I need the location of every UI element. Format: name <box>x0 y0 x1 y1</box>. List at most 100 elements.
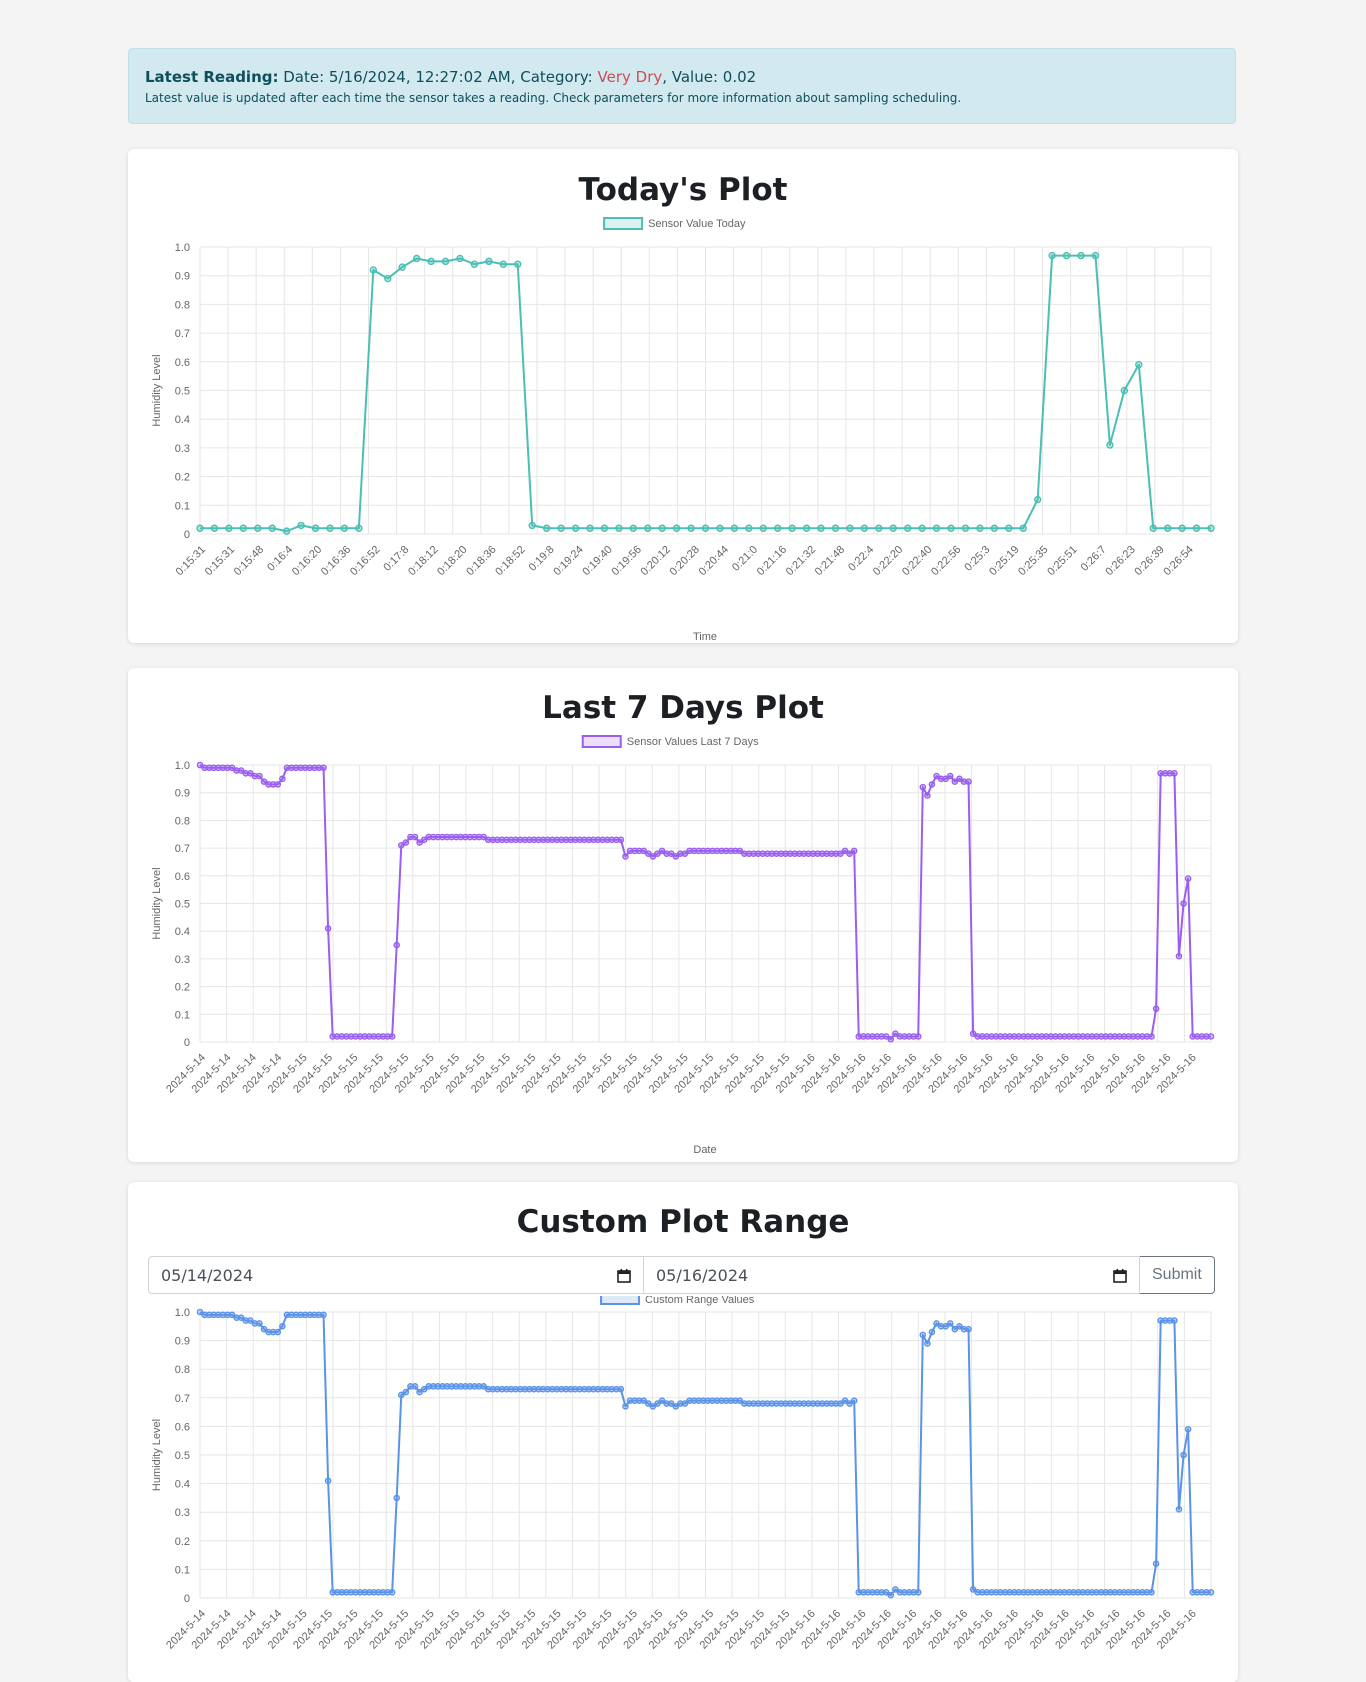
data-point[interactable] <box>528 521 536 530</box>
data-point[interactable] <box>887 1591 895 1599</box>
data-point[interactable] <box>1077 251 1085 260</box>
data-point[interactable] <box>1091 251 1100 260</box>
data-point[interactable] <box>1148 1588 1155 1596</box>
data-point[interactable] <box>617 1385 625 1393</box>
data-point[interactable] <box>1184 875 1192 882</box>
data-point[interactable] <box>622 853 629 860</box>
data-point[interactable] <box>1184 1425 1192 1433</box>
legend-label[interactable]: Custom Range Values <box>645 1296 755 1306</box>
data-point[interactable] <box>1005 524 1013 532</box>
data-point[interactable] <box>402 839 410 846</box>
data-point[interactable] <box>1163 524 1172 532</box>
data-point[interactable] <box>860 524 869 532</box>
legend-label[interactable]: Sensor Value Today <box>648 218 746 230</box>
data-point[interactable] <box>210 524 219 532</box>
legend-swatch[interactable] <box>603 217 644 230</box>
data-point[interactable] <box>701 524 710 532</box>
data-point[interactable] <box>279 775 286 783</box>
data-point[interactable] <box>324 925 332 932</box>
data-point[interactable] <box>629 524 637 532</box>
data-point[interactable] <box>279 1322 286 1330</box>
data-point[interactable] <box>965 1325 972 1333</box>
data-point[interactable] <box>1171 770 1178 777</box>
data-point[interactable] <box>1033 495 1042 504</box>
data-point[interactable] <box>961 524 970 532</box>
data-point[interactable] <box>1175 1506 1183 1513</box>
data-point[interactable] <box>831 524 840 532</box>
data-point[interactable] <box>946 1320 954 1327</box>
data-point[interactable] <box>398 263 406 271</box>
data-point[interactable] <box>355 524 363 532</box>
data-point[interactable] <box>196 524 204 532</box>
data-point[interactable] <box>914 1033 922 1040</box>
data-point[interactable] <box>274 1328 282 1336</box>
data-point[interactable] <box>1048 251 1056 260</box>
data-point[interactable] <box>326 524 334 532</box>
data-point[interactable] <box>672 524 681 532</box>
data-point[interactable] <box>225 524 233 532</box>
data-point[interactable] <box>850 847 858 855</box>
data-point[interactable] <box>914 1588 922 1596</box>
data-point[interactable] <box>571 524 580 532</box>
data-point[interactable] <box>817 524 825 532</box>
data-point[interactable] <box>1106 441 1114 449</box>
data-point[interactable] <box>889 524 897 532</box>
data-point[interactable] <box>1207 1588 1215 1596</box>
data-point[interactable] <box>557 524 565 532</box>
data-point[interactable] <box>919 783 927 791</box>
data-point[interactable] <box>932 524 941 532</box>
data-point[interactable] <box>924 1340 931 1347</box>
data-point[interactable] <box>282 527 291 535</box>
data-point[interactable] <box>1135 360 1143 369</box>
data-point[interactable] <box>730 524 739 532</box>
data-point[interactable] <box>499 260 507 268</box>
data-point[interactable] <box>875 524 883 532</box>
data-point[interactable] <box>644 524 652 532</box>
data-point[interactable] <box>946 772 954 780</box>
data-point[interactable] <box>388 1033 396 1040</box>
data-point[interactable] <box>297 521 305 530</box>
data-point[interactable] <box>788 524 796 532</box>
data-point[interactable] <box>1062 251 1071 260</box>
data-point[interactable] <box>918 524 926 532</box>
data-point[interactable] <box>324 1477 332 1485</box>
data-point[interactable] <box>947 524 955 532</box>
data-point[interactable] <box>658 524 666 532</box>
legend-swatch[interactable] <box>581 735 622 748</box>
data-point[interactable] <box>1171 1317 1178 1324</box>
data-point[interactable] <box>514 260 522 268</box>
data-point[interactable] <box>393 1494 401 1502</box>
calendar-icon[interactable] <box>617 1268 631 1283</box>
data-point[interactable] <box>411 1383 419 1390</box>
data-point[interactable] <box>622 1403 629 1410</box>
data-point[interactable] <box>411 833 419 841</box>
data-point[interactable] <box>320 764 327 772</box>
data-point[interactable] <box>254 524 262 532</box>
data-point[interactable] <box>1152 1005 1160 1013</box>
data-point[interactable] <box>320 1311 327 1319</box>
data-point[interactable] <box>1192 524 1201 532</box>
data-point[interactable] <box>928 781 936 788</box>
data-point[interactable] <box>846 524 854 532</box>
data-point[interactable] <box>924 792 931 799</box>
data-point[interactable] <box>716 524 724 532</box>
data-point[interactable] <box>384 274 392 283</box>
data-point[interactable] <box>456 254 464 263</box>
data-point[interactable] <box>600 524 609 532</box>
data-point[interactable] <box>1178 524 1186 532</box>
data-point[interactable] <box>617 836 625 844</box>
data-point[interactable] <box>1180 900 1187 907</box>
data-point[interactable] <box>1148 1033 1155 1040</box>
legend-label[interactable]: Sensor Values Last 7 Days <box>627 736 759 748</box>
data-point[interactable] <box>268 524 276 532</box>
data-point[interactable] <box>1019 524 1027 532</box>
data-point[interactable] <box>239 524 248 532</box>
data-point[interactable] <box>427 257 435 266</box>
data-point[interactable] <box>256 1320 263 1327</box>
data-point[interactable] <box>393 941 401 949</box>
calendar-icon[interactable] <box>1113 1268 1127 1283</box>
data-point[interactable] <box>687 524 695 532</box>
data-point[interactable] <box>412 254 421 263</box>
data-point[interactable] <box>1207 524 1215 532</box>
data-point[interactable] <box>887 1035 895 1043</box>
